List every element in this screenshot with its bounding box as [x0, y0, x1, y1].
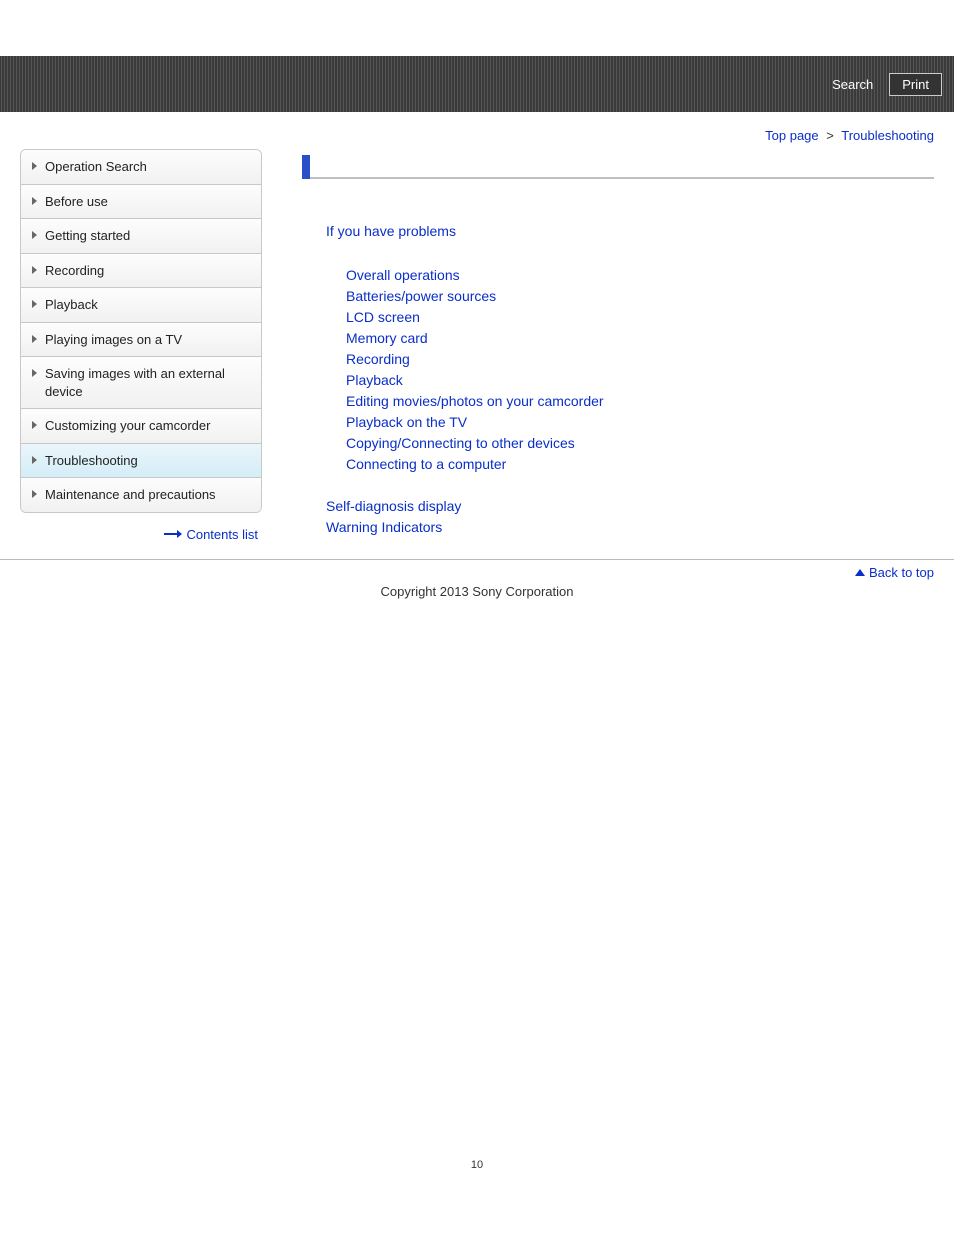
breadcrumb-separator: >: [826, 128, 834, 143]
sidebar-item-playback[interactable]: Playback: [21, 288, 261, 323]
page-number: 10: [0, 1159, 954, 1191]
sidebar-item-label: Playback: [45, 297, 98, 312]
sidebar-item-operation-search[interactable]: Operation Search: [21, 150, 261, 185]
sidebar-item-saving-external[interactable]: Saving images with an external device: [21, 357, 261, 409]
topic-link-overall[interactable]: Overall operations: [346, 267, 460, 283]
sidebar-item-troubleshooting[interactable]: Troubleshooting: [21, 444, 261, 479]
arrow-right-icon: [164, 531, 182, 537]
header-spacer: [0, 0, 954, 56]
topic-link-batteries[interactable]: Batteries/power sources: [346, 288, 496, 304]
sidebar-item-getting-started[interactable]: Getting started: [21, 219, 261, 254]
topic-link-recording[interactable]: Recording: [346, 351, 410, 367]
sidebar-item-label: Playing images on a TV: [45, 332, 182, 347]
breadcrumb-current: Troubleshooting: [841, 128, 934, 143]
contents-list-label: Contents list: [186, 527, 258, 542]
section-head-link[interactable]: If you have problems: [326, 223, 934, 239]
extra-links: Self-diagnosis display Warning Indicator…: [326, 498, 934, 535]
copyright-text: Copyright 2013 Sony Corporation: [20, 584, 934, 599]
triangle-up-icon: [855, 569, 865, 576]
topic-link-playback-tv[interactable]: Playback on the TV: [346, 414, 467, 430]
sidebar-item-before-use[interactable]: Before use: [21, 185, 261, 220]
sidebar-item-recording[interactable]: Recording: [21, 254, 261, 289]
header-bar: Search Print: [0, 56, 954, 112]
sidebar-item-label: Before use: [45, 194, 108, 209]
topic-link-memory[interactable]: Memory card: [346, 330, 428, 346]
topic-link-editing[interactable]: Editing movies/photos on your camcorder: [346, 393, 604, 409]
nav-list: Operation Search Before use Getting star…: [20, 149, 262, 513]
main-content: If you have problems Overall operations …: [302, 149, 934, 553]
sidebar-item-label: Operation Search: [45, 159, 147, 174]
footer-row: Back to top Copyright 2013 Sony Corporat…: [0, 559, 954, 599]
print-button[interactable]: Print: [889, 73, 942, 96]
contents-list-row: Contents list: [20, 513, 262, 542]
sidebar-item-maintenance[interactable]: Maintenance and precautions: [21, 478, 261, 512]
content-wrap: Operation Search Before use Getting star…: [0, 149, 954, 553]
sidebar-item-customizing[interactable]: Customizing your camcorder: [21, 409, 261, 444]
contents-list-link[interactable]: Contents list: [164, 527, 258, 542]
topic-link-copying[interactable]: Copying/Connecting to other devices: [346, 435, 575, 451]
page-title-bar: [302, 155, 934, 179]
breadcrumb: Top page > Troubleshooting: [0, 112, 954, 149]
sidebar-item-label: Maintenance and precautions: [45, 487, 216, 502]
topic-link-lcd[interactable]: LCD screen: [346, 309, 420, 325]
back-to-top-label: Back to top: [869, 565, 934, 580]
extra-link-self-diagnosis[interactable]: Self-diagnosis display: [326, 498, 934, 514]
topic-link-playback[interactable]: Playback: [346, 372, 403, 388]
topic-link-list: Overall operations Batteries/power sourc…: [346, 267, 934, 472]
sidebar-item-playing-tv[interactable]: Playing images on a TV: [21, 323, 261, 358]
sidebar-item-label: Recording: [45, 263, 104, 278]
sidebar-item-label: Saving images with an external device: [45, 366, 225, 399]
topic-link-computer[interactable]: Connecting to a computer: [346, 456, 506, 472]
breadcrumb-top-link[interactable]: Top page: [765, 128, 819, 143]
back-to-top-link[interactable]: Back to top: [855, 565, 934, 580]
sidebar-item-label: Getting started: [45, 228, 130, 243]
extra-link-warning[interactable]: Warning Indicators: [326, 519, 934, 535]
sidebar-item-label: Troubleshooting: [45, 453, 138, 468]
sidebar: Operation Search Before use Getting star…: [20, 149, 262, 553]
sidebar-item-label: Customizing your camcorder: [45, 418, 210, 433]
search-button[interactable]: Search: [824, 74, 881, 95]
